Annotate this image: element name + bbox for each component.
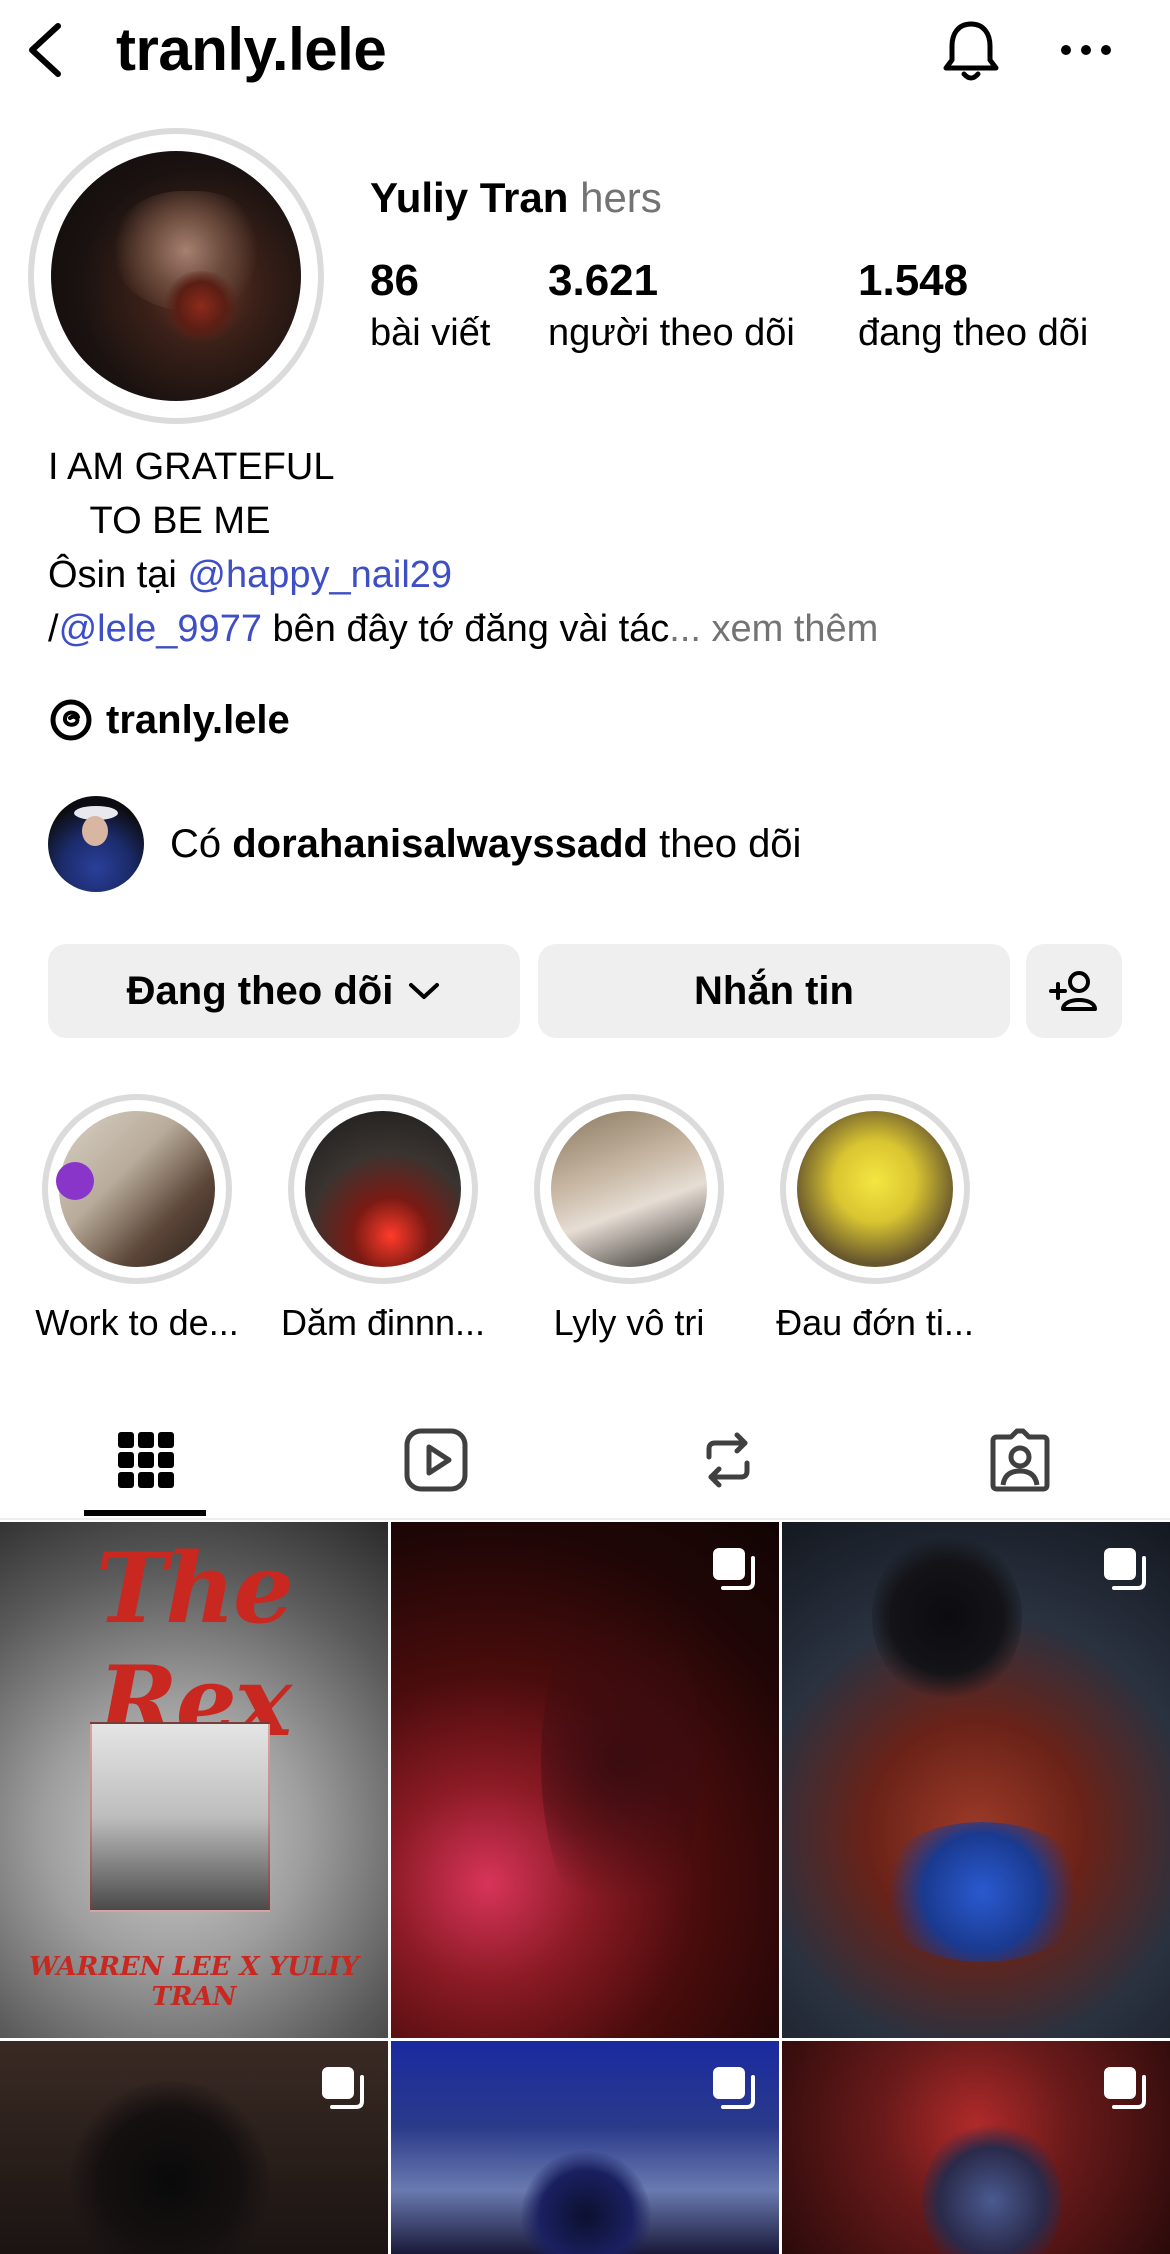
multiple-photos-icon bbox=[1104, 1548, 1146, 1590]
multiple-photos-icon bbox=[713, 1548, 755, 1590]
highlight-cover bbox=[551, 1111, 707, 1267]
message-button-label: Nhắn tin bbox=[694, 968, 854, 1013]
chevron-down-icon bbox=[409, 983, 440, 999]
bell-icon[interactable] bbox=[936, 16, 1006, 86]
add-person-icon bbox=[1049, 971, 1097, 1011]
highlight-item[interactable]: Đau đớn ti... bbox=[752, 1094, 998, 1346]
followed-by-text: Có dorahanisalwayssadd theo dõi bbox=[170, 822, 801, 867]
reels-icon bbox=[404, 1428, 468, 1492]
tab-posts-grid[interactable] bbox=[86, 1410, 206, 1510]
bio-line-4-prefix: / bbox=[48, 608, 59, 650]
bio-line-4-text: bên đây tớ đăng vài tác bbox=[261, 608, 670, 650]
post-thumbnail[interactable] bbox=[782, 1522, 1170, 2038]
devil-emoji-icon bbox=[56, 1162, 94, 1200]
post-thumbnail[interactable]: The Rex WARREN LEE X YULIY TRAN bbox=[0, 1522, 388, 2038]
multiple-photos-icon bbox=[713, 2067, 755, 2109]
stat-following[interactable]: 1.548 đang theo dõi bbox=[858, 254, 1088, 358]
tab-tagged[interactable] bbox=[960, 1410, 1080, 1510]
multiple-photos-icon bbox=[1104, 2067, 1146, 2109]
followed-by-prefix: Có bbox=[170, 821, 233, 866]
pronouns: hers bbox=[580, 174, 662, 221]
follower-avatar bbox=[48, 796, 144, 892]
followed-by-suffix: theo dõi bbox=[647, 821, 802, 866]
following-button[interactable]: Đang theo dõi bbox=[48, 944, 520, 1038]
display-name: Yuliy Tran hers bbox=[370, 172, 662, 224]
bio-line-4: /@lele_9977 bên đây tớ đăng vài tác... x… bbox=[48, 602, 878, 656]
bio-line-1: I AM GRATEFUL bbox=[48, 446, 335, 488]
suggest-people-button[interactable] bbox=[1026, 944, 1122, 1038]
stat-posts-value: 86 bbox=[370, 256, 419, 305]
bio-line-3: Ôsin tại @happy_nail29 bbox=[48, 548, 878, 602]
followed-by-name: dorahanisalwayssadd bbox=[232, 821, 648, 866]
highlight-ring bbox=[780, 1094, 970, 1284]
stat-followers-value: 3.621 bbox=[548, 256, 659, 305]
display-name-text: Yuliy Tran bbox=[370, 174, 569, 221]
see-more-link[interactable]: ... xem thêm bbox=[669, 608, 878, 650]
stat-posts-label: bài viết bbox=[370, 312, 491, 354]
grid-icon bbox=[118, 1432, 174, 1488]
highlight-item[interactable]: Lyly vô tri bbox=[506, 1094, 752, 1346]
tab-reposts[interactable] bbox=[668, 1410, 788, 1510]
highlight-item[interactable]: Work to de... bbox=[14, 1094, 260, 1346]
tab-divider bbox=[0, 1518, 1170, 1520]
mention-link-happy-nail[interactable]: @happy_nail29 bbox=[187, 554, 452, 596]
profile-username: tranly.lele bbox=[116, 16, 387, 83]
highlight-cover bbox=[797, 1111, 953, 1267]
post-thumbnail[interactable] bbox=[391, 1522, 779, 2038]
highlight-label: Work to de... bbox=[35, 1302, 239, 1343]
active-tab-indicator bbox=[84, 1510, 206, 1516]
post-thumbnail[interactable] bbox=[391, 2041, 779, 2254]
post-subtitle-text: WARREN LEE X YULIY TRAN bbox=[29, 1952, 359, 2012]
reposts-icon bbox=[706, 1432, 750, 1488]
followed-by-row[interactable]: Có dorahanisalwayssadd theo dõi bbox=[48, 796, 801, 892]
post-inner-photo bbox=[90, 1722, 270, 1912]
highlight-ring bbox=[288, 1094, 478, 1284]
threads-link[interactable]: tranly.lele bbox=[48, 690, 290, 750]
profile-avatar bbox=[51, 151, 301, 401]
tagged-icon bbox=[990, 1428, 1050, 1492]
threads-icon bbox=[50, 699, 92, 741]
stat-following-value: 1.548 bbox=[858, 256, 969, 305]
message-button[interactable]: Nhắn tin bbox=[538, 944, 1010, 1038]
highlight-item[interactable]: Dăm đinnn... bbox=[260, 1094, 506, 1346]
threads-handle: tranly.lele bbox=[106, 697, 290, 742]
highlight-ring bbox=[42, 1094, 232, 1284]
highlight-ring bbox=[534, 1094, 724, 1284]
stat-followers[interactable]: 3.621 người theo dõi bbox=[548, 254, 795, 358]
mention-link-lele[interactable]: @lele_9977 bbox=[59, 608, 262, 650]
highlight-cover bbox=[305, 1111, 461, 1267]
stat-posts[interactable]: 86 bài viết bbox=[370, 254, 490, 358]
tab-reels[interactable] bbox=[376, 1410, 496, 1510]
profile-avatar-ring[interactable] bbox=[28, 128, 324, 424]
highlight-label: Đau đớn ti... bbox=[776, 1302, 974, 1343]
post-thumbnail[interactable] bbox=[782, 2041, 1170, 2254]
multiple-photos-icon bbox=[322, 2067, 364, 2109]
top-bar: tranly.lele bbox=[0, 0, 1170, 110]
highlight-label: Dăm đinnn... bbox=[280, 1302, 486, 1343]
following-button-label: Đang theo dõi bbox=[126, 968, 394, 1013]
post-thumbnail[interactable] bbox=[0, 2041, 388, 2254]
back-arrow-icon[interactable] bbox=[20, 18, 70, 82]
stat-following-label: đang theo dõi bbox=[858, 312, 1089, 354]
highlight-label: Lyly vô tri bbox=[553, 1302, 705, 1343]
bio-line-2: TO BE ME bbox=[48, 500, 271, 542]
stat-followers-label: người theo dõi bbox=[548, 312, 795, 354]
bio-line-3-text: Ôsin tại bbox=[48, 554, 188, 596]
bio: I AM GRATEFUL TO BE ME Ôsin tại @happy_n… bbox=[48, 440, 878, 656]
more-options-icon[interactable] bbox=[1058, 18, 1114, 82]
